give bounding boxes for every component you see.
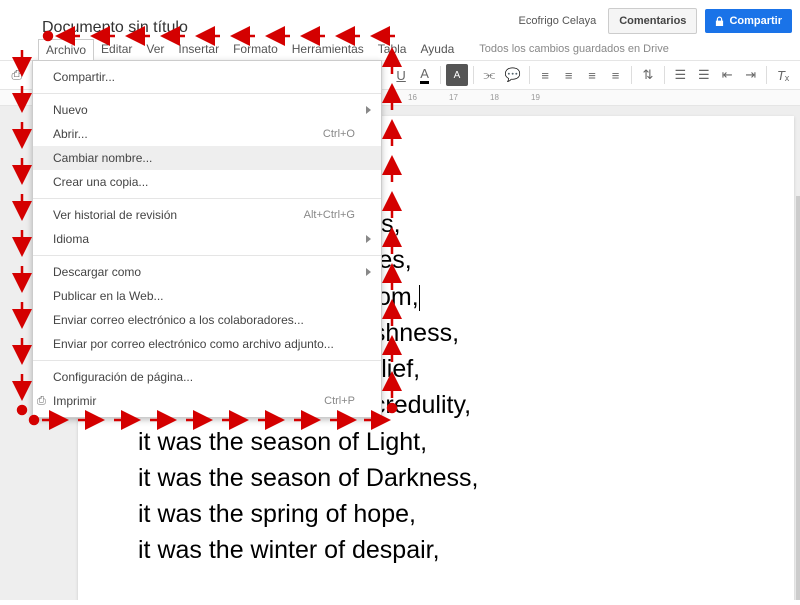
submenu-caret-icon xyxy=(366,106,371,114)
align-center-icon[interactable]: ≡ xyxy=(558,64,579,86)
submenu-caret-icon xyxy=(366,235,371,243)
submenu-caret-icon xyxy=(366,268,371,276)
separator xyxy=(33,255,381,256)
underline-icon[interactable]: U xyxy=(390,64,411,86)
file-menu-dropdown: Compartir... Nuevo Abrir...Ctrl+O Cambia… xyxy=(32,60,382,418)
menu-rename[interactable]: Cambiar nombre... xyxy=(33,146,381,170)
menu-page-setup[interactable]: Configuración de página... xyxy=(33,365,381,389)
menu-open[interactable]: Abrir...Ctrl+O xyxy=(33,122,381,146)
link-icon[interactable]: ⫘ xyxy=(479,64,500,86)
separator xyxy=(766,66,767,84)
scrollbar[interactable] xyxy=(796,196,800,600)
menu-download-as[interactable]: Descargar como xyxy=(33,260,381,284)
document-title[interactable]: Documento sin título xyxy=(8,1,188,37)
menu-new[interactable]: Nuevo xyxy=(33,98,381,122)
doc-line[interactable]: it was the spring of hope, xyxy=(138,496,734,532)
clear-format-icon[interactable]: Tₓ xyxy=(772,64,793,86)
menu-ayuda[interactable]: Ayuda xyxy=(413,39,461,59)
doc-line[interactable]: it was the winter of despair, xyxy=(138,532,734,568)
separator xyxy=(33,93,381,94)
indent-increase-icon[interactable]: ⇥ xyxy=(740,64,761,86)
lock-icon xyxy=(715,16,724,27)
text-color-icon[interactable]: A xyxy=(414,64,435,86)
menu-ver[interactable]: Ver xyxy=(139,39,171,59)
menu-language[interactable]: Idioma xyxy=(33,227,381,251)
indent-decrease-icon[interactable]: ⇤ xyxy=(717,64,738,86)
menu-formato[interactable]: Formato xyxy=(226,39,285,59)
menu-publish-web[interactable]: Publicar en la Web... xyxy=(33,284,381,308)
menu-editar[interactable]: Editar xyxy=(94,39,139,59)
header-actions: Ecofrigo Celaya Comentarios Compartir xyxy=(519,4,792,34)
share-label: Compartir xyxy=(729,15,782,27)
menu-email-attachment[interactable]: Enviar por correo electrónico como archi… xyxy=(33,332,381,356)
user-name[interactable]: Ecofrigo Celaya xyxy=(519,15,597,27)
numbered-list-icon[interactable]: ☰ xyxy=(670,64,691,86)
separator xyxy=(33,360,381,361)
menu-archivo[interactable]: Archivo xyxy=(38,39,94,60)
comments-button[interactable]: Comentarios xyxy=(608,8,697,34)
menu-revision-history[interactable]: Ver historial de revisiónAlt+Ctrl+G xyxy=(33,203,381,227)
header-bar: Documento sin título Ecofrigo Celaya Com… xyxy=(0,0,800,38)
separator xyxy=(664,66,665,84)
menu-email-collaborators[interactable]: Enviar correo electrónico a los colabora… xyxy=(33,308,381,332)
separator xyxy=(529,66,530,84)
print-icon[interactable]: ⎙ xyxy=(6,64,27,86)
separator xyxy=(33,198,381,199)
menu-tabla[interactable]: Tabla xyxy=(371,39,414,59)
comment-icon[interactable]: 💬 xyxy=(502,64,523,86)
text-cursor xyxy=(419,285,420,311)
doc-line[interactable]: it was the season of Darkness, xyxy=(138,460,734,496)
menu-make-copy[interactable]: Crear una copia... xyxy=(33,170,381,194)
menu-share[interactable]: Compartir... xyxy=(33,65,381,89)
print-icon: ⎙ xyxy=(37,395,46,408)
bullet-list-icon[interactable]: ☰ xyxy=(693,64,714,86)
align-right-icon[interactable]: ≡ xyxy=(581,64,602,86)
menu-print[interactable]: ⎙ImprimirCtrl+P xyxy=(33,389,381,413)
line-spacing-icon[interactable]: ⇅ xyxy=(637,64,658,86)
align-justify-icon[interactable]: ≡ xyxy=(605,64,626,86)
doc-line[interactable]: it was the season of Light, xyxy=(138,424,734,460)
separator xyxy=(440,66,441,84)
share-button[interactable]: Compartir xyxy=(705,9,792,33)
menu-bar: Archivo Editar Ver Insertar Formato Herr… xyxy=(0,38,800,60)
separator xyxy=(631,66,632,84)
highlight-icon[interactable]: A xyxy=(446,64,467,86)
menu-herramientas[interactable]: Herramientas xyxy=(285,39,371,59)
align-left-icon[interactable]: ≡ xyxy=(535,64,556,86)
save-status: Todos los cambios guardados en Drive xyxy=(479,43,669,55)
separator xyxy=(473,66,474,84)
menu-insertar[interactable]: Insertar xyxy=(171,39,226,59)
